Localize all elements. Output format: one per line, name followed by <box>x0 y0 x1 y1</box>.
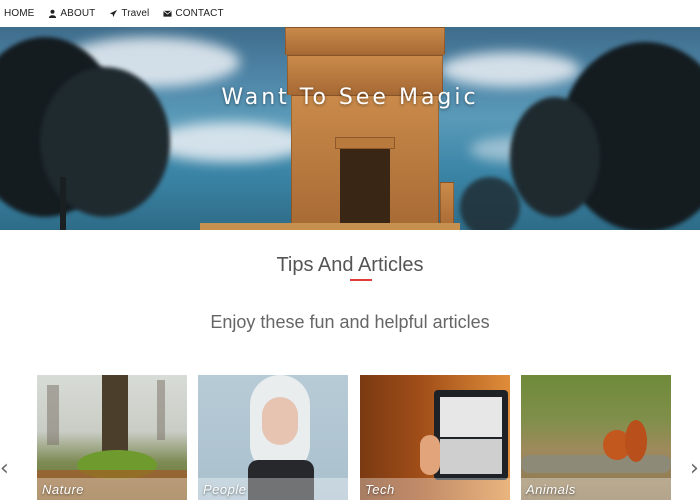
card-nature[interactable]: Nature <box>37 375 187 500</box>
temple-image <box>285 27 454 230</box>
top-nav: HOME ABOUT Travel CONTACT <box>0 0 700 27</box>
nav-home[interactable]: HOME <box>4 8 34 19</box>
nav-travel[interactable]: Travel <box>109 8 149 19</box>
card-tech[interactable]: Tech <box>360 375 510 500</box>
hero-title: Want To See Magic <box>221 85 479 110</box>
nav-about-label: ABOUT <box>60 8 96 19</box>
tree-shape <box>460 177 520 230</box>
card-label: Tech <box>360 478 510 500</box>
envelope-icon <box>163 9 172 18</box>
card-label: Animals <box>521 478 671 500</box>
nav-about[interactable]: ABOUT <box>48 8 95 19</box>
card-label: Nature <box>37 478 187 500</box>
nav-contact[interactable]: CONTACT <box>163 8 224 19</box>
card-label: People <box>198 478 348 500</box>
plane-icon <box>109 9 118 18</box>
card-animals[interactable]: Animals <box>521 375 671 500</box>
trunk-shape <box>60 177 66 230</box>
tree-shape <box>510 97 600 217</box>
section-title: Tips And Articles <box>276 254 424 276</box>
chevron-right-icon[interactable]: › <box>690 456 699 481</box>
cloud-shape <box>440 52 580 87</box>
nav-contact-label: CONTACT <box>175 8 224 19</box>
hero-banner: Want To See Magic <box>0 27 700 230</box>
nav-travel-label: Travel <box>121 8 150 19</box>
ground-shape <box>200 223 460 230</box>
nav-home-label: HOME <box>4 8 35 19</box>
section-subtitle: Enjoy these fun and helpful articles <box>210 312 490 332</box>
chevron-left-icon[interactable]: ‹ <box>0 456 9 481</box>
title-underline <box>350 279 372 281</box>
user-icon <box>48 9 57 18</box>
card-people[interactable]: People <box>198 375 348 500</box>
